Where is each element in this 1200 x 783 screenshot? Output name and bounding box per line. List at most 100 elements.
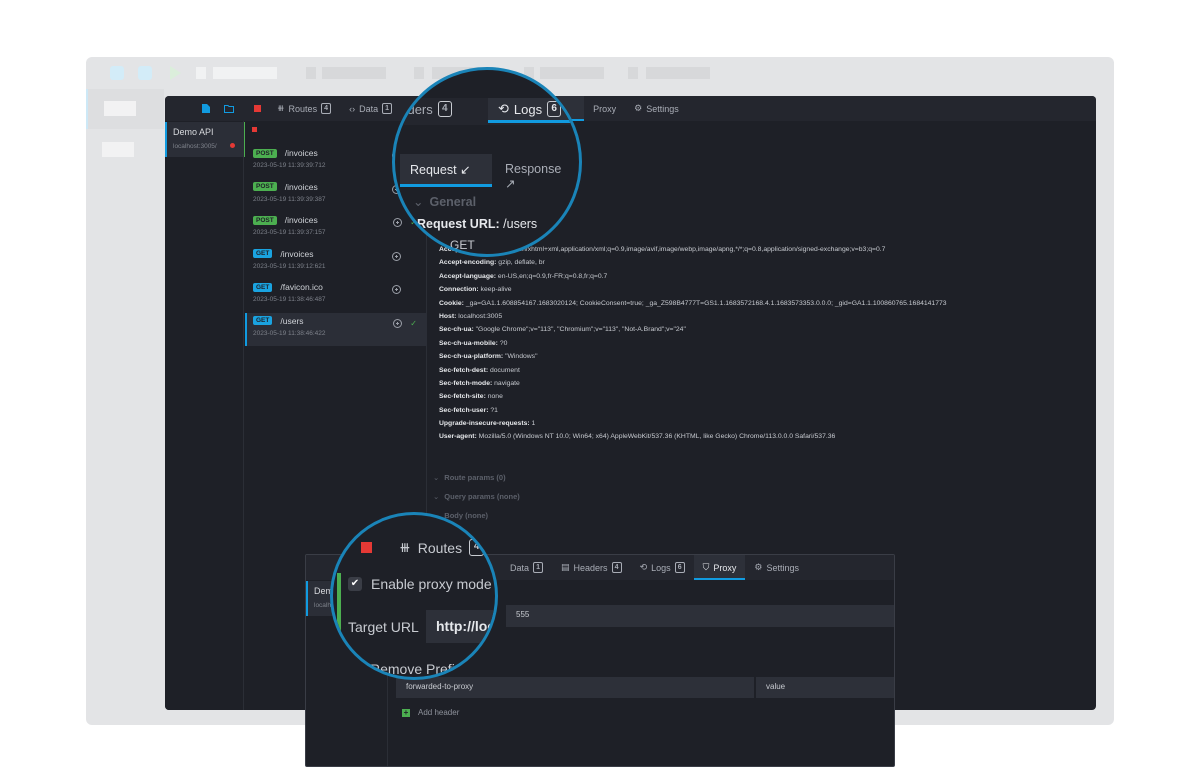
target-url-input[interactable]: 555	[506, 605, 894, 627]
log-path: /invoices	[284, 215, 318, 225]
log-item[interactable]: POST/invoices2023-05-19 11:39:37:157✓	[245, 212, 427, 245]
bg-block	[213, 67, 277, 79]
header-line: Cookie: _ga=GA1.1.608854167.1683020124; …	[439, 299, 947, 307]
open-folder-icon[interactable]	[222, 102, 236, 116]
proxy-header-row: forwarded-to-proxy value	[389, 677, 894, 698]
remove-prefix-label: Remove Prefix i	[370, 661, 483, 677]
tab-data[interactable]: ‹› Data 1	[340, 96, 401, 121]
log-timestamp: 2023-05-19 11:38:46:487	[253, 296, 326, 303]
bg-block	[306, 67, 316, 79]
tab-proxy[interactable]: Proxy	[584, 96, 625, 121]
data-count-badge: 1	[382, 103, 393, 114]
tab-headers[interactable]: ▤ Headers 4	[552, 555, 631, 580]
header-line: Accept-encoding: gzip, deflate, br	[439, 259, 545, 267]
method-badge: GET	[253, 249, 273, 258]
target-url-label: Target URL	[348, 619, 419, 635]
mag-tab-headers[interactable]: eaders 4	[395, 101, 452, 117]
routes-count-badge: 4	[321, 103, 332, 114]
header-line: Sec-ch-ua-platform: "Windows"	[439, 353, 538, 361]
route-params-section[interactable]: ⌄ Route params (0)	[433, 473, 506, 482]
history-icon: ⟲	[639, 562, 648, 572]
magnifier-logs: eaders 4 ⟲ Logs 6 Request ↙ Response ↗ ⌄…	[392, 67, 582, 257]
tab-response[interactable]: Response ↗	[495, 154, 579, 191]
header-line: User-agent: Mozilla/5.0 (Windows NT 10.0…	[439, 433, 836, 441]
header-line: Host: localhost:3005	[439, 312, 503, 320]
environment-status-dot	[230, 143, 235, 148]
create-route-icon[interactable]	[393, 218, 403, 227]
add-header-button[interactable]: + Add header	[402, 708, 459, 717]
method-badge: GET	[253, 316, 273, 325]
log-item[interactable]: GET/invoices 2023-05-19 11:39:12:621	[245, 246, 427, 279]
arrow-up-right-icon: ↗	[505, 177, 516, 191]
header-line: Sec-ch-ua-mobile: ?0	[439, 339, 508, 347]
log-path: /invoices	[284, 148, 318, 158]
background-sidebar	[86, 89, 164, 725]
stop-icon	[252, 127, 257, 132]
shield-icon: ⛉	[702, 562, 710, 572]
bg-folder-icon	[138, 66, 152, 80]
enable-proxy-label: Enable proxy mode	[371, 576, 492, 592]
method-badge: POST	[253, 215, 277, 225]
mag-tab-logs[interactable]: ⟲ Logs 6	[488, 98, 579, 123]
stop-server-icon[interactable]	[250, 102, 264, 116]
log-timestamp: 2023-05-19 11:39:12:621	[253, 262, 326, 270]
magnifier-proxy: ⧻ Routes 4 ✔ Enable proxy mode Target UR…	[330, 512, 498, 680]
log-timestamp: 2023-05-19 11:38:46:422	[253, 329, 326, 337]
header-value-input[interactable]: value	[756, 677, 894, 698]
bg-block	[414, 67, 424, 79]
request-url: Request URL: /users	[417, 217, 538, 231]
arrow-down-left-icon: ↙	[460, 163, 471, 177]
create-route-icon[interactable]	[392, 251, 401, 261]
create-route-icon[interactable]	[393, 318, 403, 328]
bg-play-icon	[170, 66, 181, 80]
header-line: Sec-fetch-user: ?1	[439, 406, 498, 414]
tab-request[interactable]: Request ↙	[400, 154, 492, 187]
tab-logs[interactable]: ⟲ Logs 6	[631, 555, 694, 580]
header-line: Connection: keep-alive	[439, 286, 512, 294]
log-timestamp: 2023-05-19 11:39:37:157	[253, 229, 326, 236]
general-section[interactable]: ⌄ General	[413, 194, 476, 209]
header-key-input[interactable]: forwarded-to-proxy	[396, 677, 754, 698]
proxy-tabs: Data 1 ▤ Headers 4 ⟲ Logs 6 ⛉ Proxy ⚙ Se…	[501, 555, 808, 580]
tab-settings[interactable]: ⚙ Settings	[745, 555, 808, 580]
header-line: Sec-fetch-mode: navigate	[439, 379, 520, 387]
tab-routes[interactable]: ⧻ Routes 4	[399, 539, 485, 556]
log-path: /favicon.ico	[280, 282, 323, 292]
environment-item[interactable]: Demo API localhost:3005/	[165, 122, 246, 157]
info-icon: i	[469, 662, 483, 676]
routes-icon: ⧻	[277, 103, 285, 113]
bg-file-icon	[110, 66, 124, 80]
log-path: /invoices	[284, 181, 318, 192]
stop-server-icon[interactable]	[361, 542, 372, 553]
bg-block	[646, 67, 710, 79]
header-line: Accept-language: en-US,en;q=0.9,fr-FR;q=…	[439, 272, 608, 280]
header-line: Sec-fetch-dest: document	[439, 366, 520, 374]
tab-proxy[interactable]: ⛉ Proxy	[693, 555, 746, 580]
tab-settings[interactable]: ⚙ Settings	[625, 96, 688, 121]
log-item[interactable]: GET/users 2023-05-19 11:38:46:422 ✓	[245, 312, 427, 346]
request-method: GET	[450, 238, 475, 252]
routes-icon: ⧻	[399, 539, 411, 555]
log-item[interactable]: GET/favicon.ico 2023-05-19 11:38:46:487	[245, 279, 427, 312]
header-line: Upgrade-insecure-requests: 1	[439, 420, 536, 428]
create-route-icon[interactable]	[392, 285, 401, 294]
check-icon: ✓	[410, 318, 417, 328]
new-file-icon[interactable]	[199, 102, 213, 116]
bg-block	[628, 67, 638, 79]
request-headers-list: Accept: text/html,application/xhtml+xml,…	[439, 243, 1086, 444]
bg-sidebar-item	[86, 89, 164, 129]
headers-icon: ▤	[561, 562, 570, 572]
method-badge: GET	[253, 282, 273, 292]
bg-block	[196, 67, 206, 79]
gear-icon: ⚙	[754, 562, 763, 572]
target-url-input[interactable]: http://locall	[426, 610, 495, 643]
query-params-section[interactable]: ⌄ Query params (none)	[433, 492, 520, 501]
background-toolbar	[86, 57, 1114, 89]
bg-block	[322, 67, 386, 79]
header-line: Sec-ch-ua: "Google Chrome";v="113", "Chr…	[439, 326, 686, 334]
enable-proxy-checkbox[interactable]: ✔	[348, 577, 362, 591]
tab-data[interactable]: Data 1	[501, 555, 552, 580]
tab-routes[interactable]: ⧻ Routes 4	[268, 96, 340, 121]
method-badge: POST	[253, 148, 277, 158]
environment-running-indicator	[337, 573, 341, 633]
